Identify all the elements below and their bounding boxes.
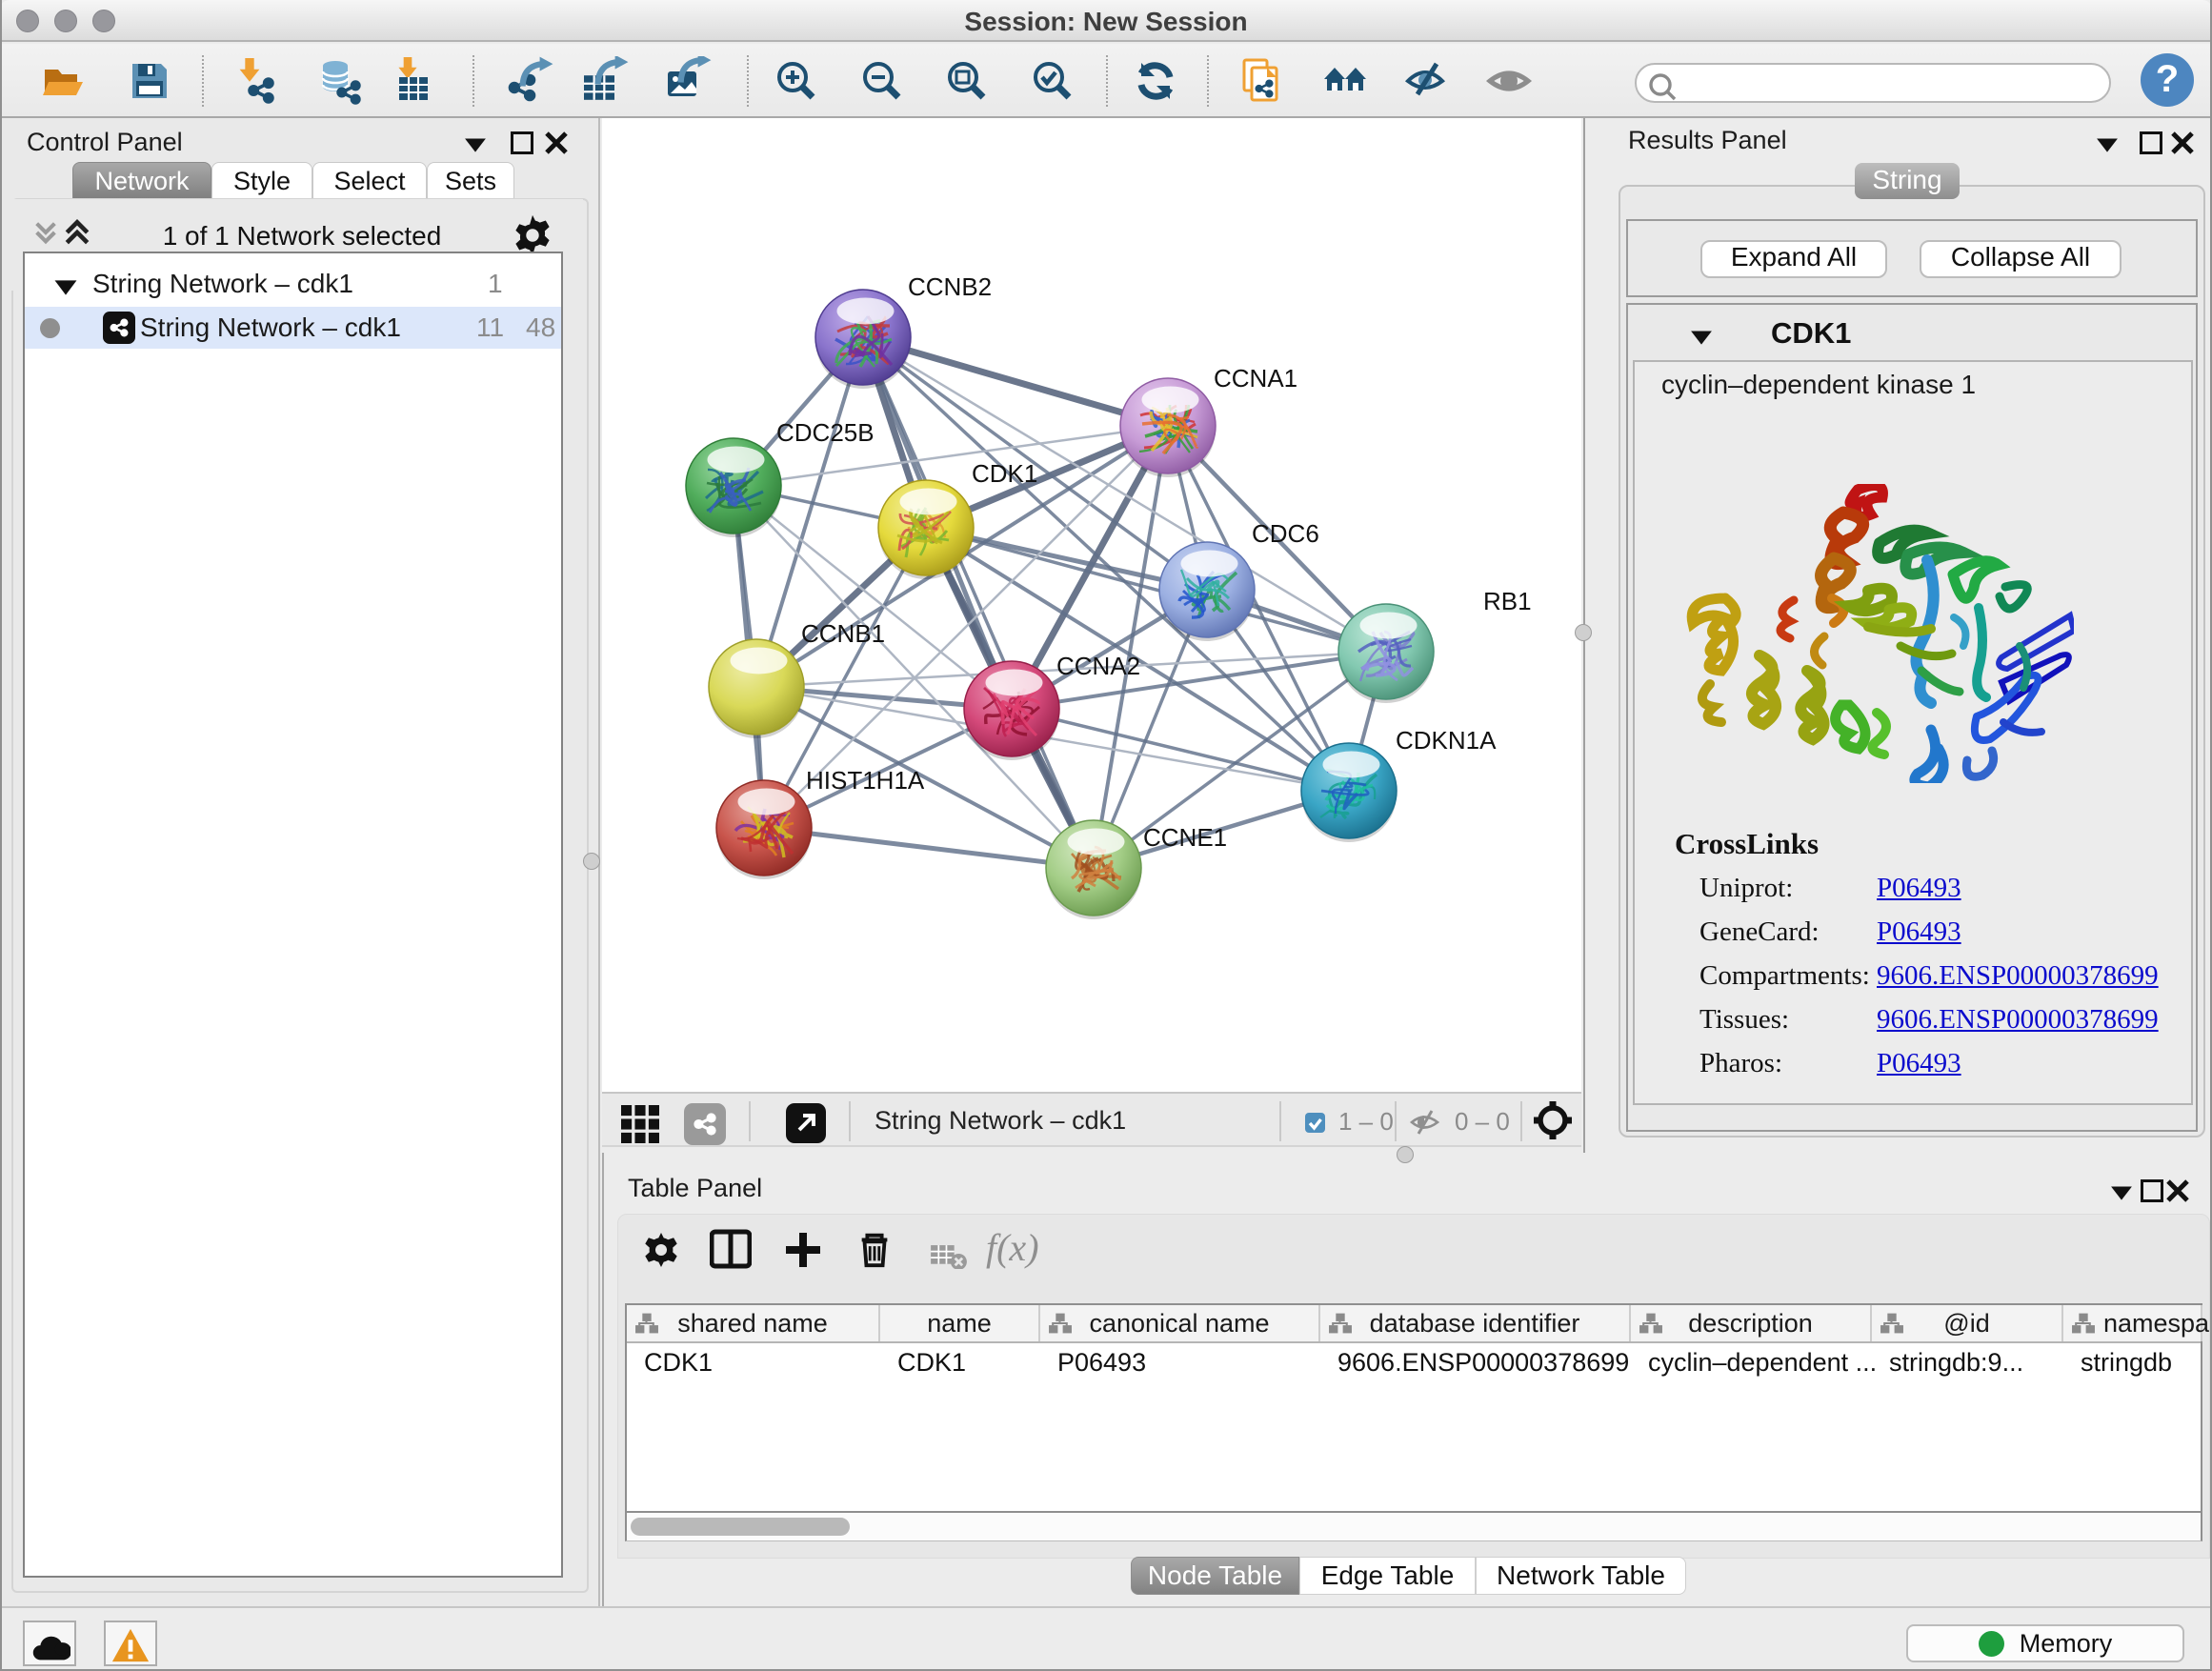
svg-text:CDC25B: CDC25B xyxy=(776,418,875,447)
svg-text:CCNA2: CCNA2 xyxy=(1056,652,1140,680)
svg-text:RB1: RB1 xyxy=(1483,587,1532,615)
svg-text:CDKN1A: CDKN1A xyxy=(1396,726,1497,755)
svg-text:CCNA1: CCNA1 xyxy=(1214,364,1297,393)
svg-text:CCNB2: CCNB2 xyxy=(908,272,992,301)
svg-text:CDC6: CDC6 xyxy=(1252,519,1319,548)
svg-text:CCNB1: CCNB1 xyxy=(801,619,885,648)
svg-text:CCNE1: CCNE1 xyxy=(1143,823,1227,852)
svg-text:HIST1H1A: HIST1H1A xyxy=(806,766,925,795)
svg-text:CDK1: CDK1 xyxy=(972,459,1037,488)
